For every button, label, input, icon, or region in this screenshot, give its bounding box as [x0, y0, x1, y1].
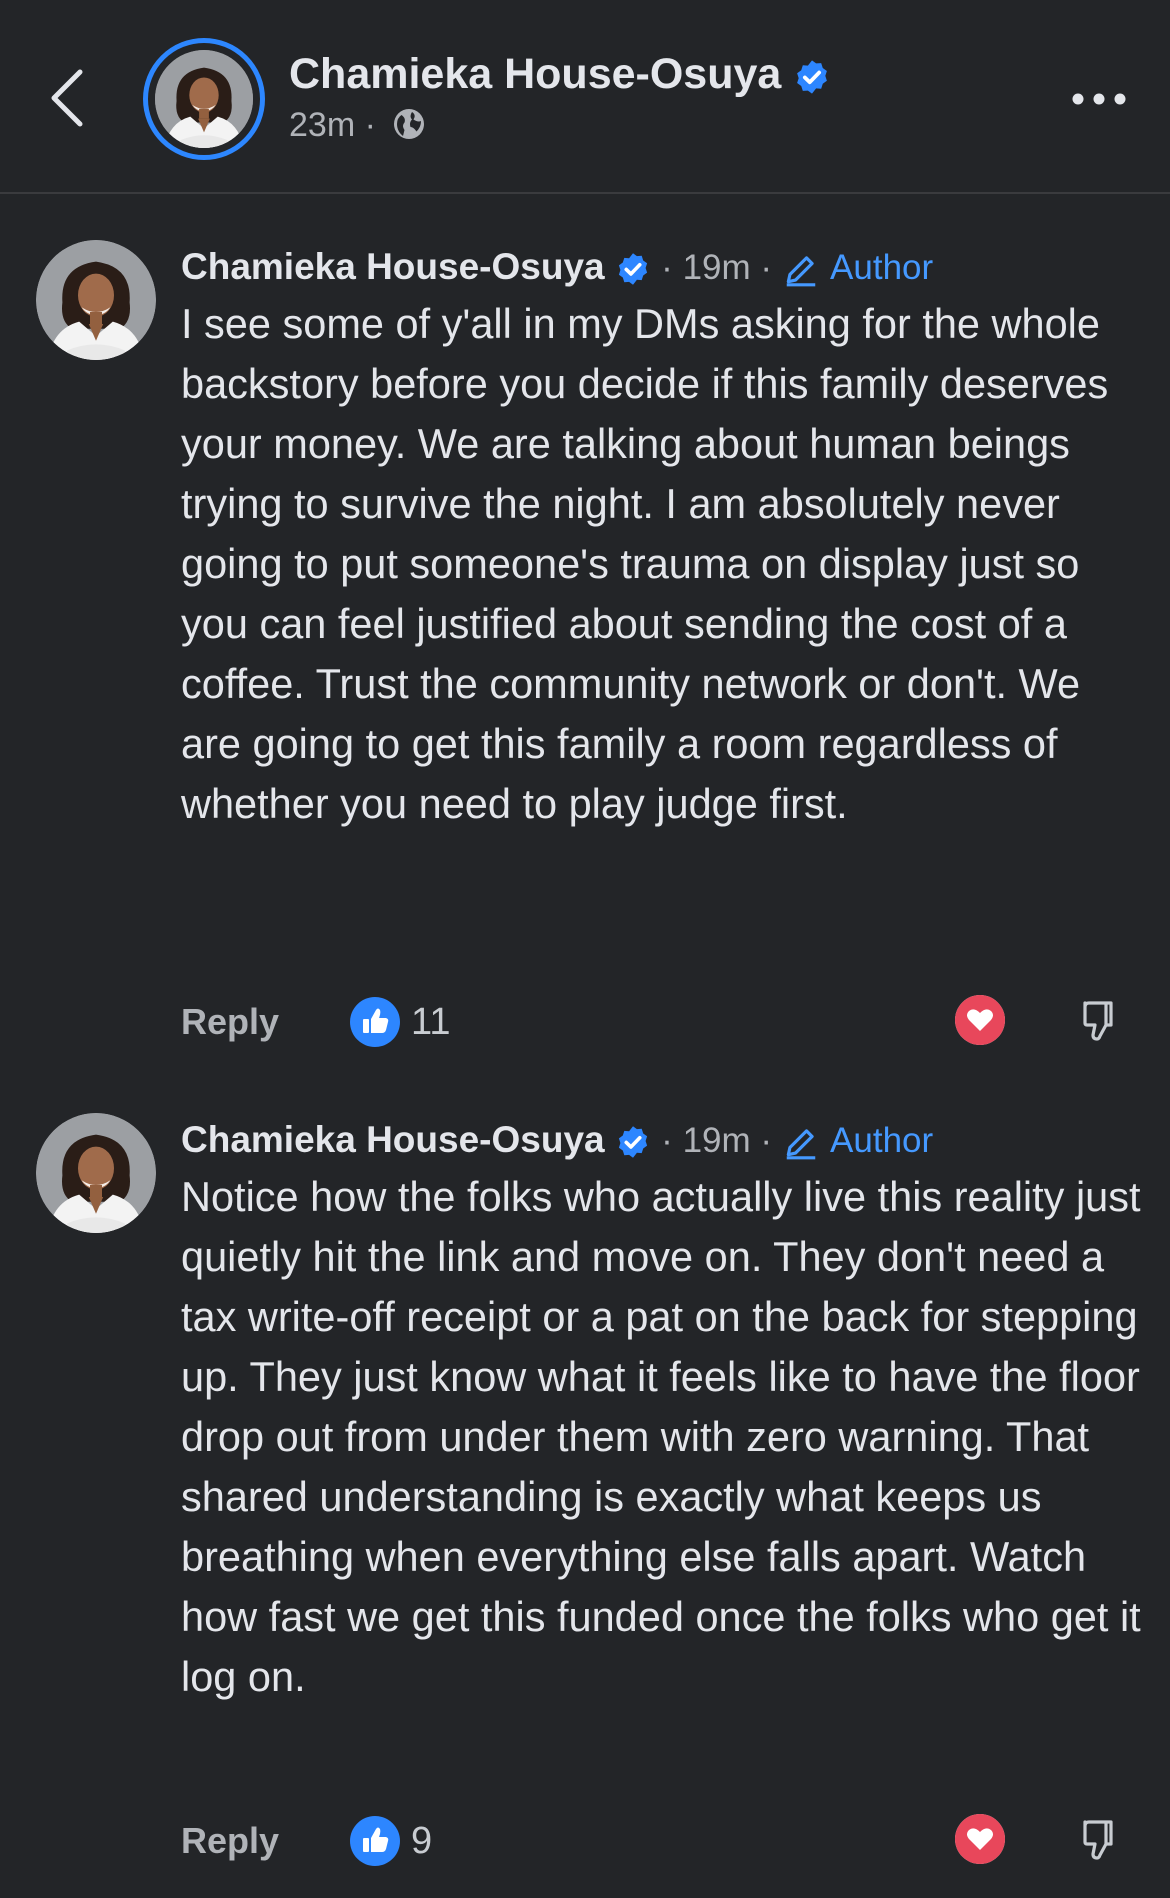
heart-icon	[955, 995, 1005, 1045]
globe-icon	[394, 109, 425, 139]
post-meta: 23m ·	[289, 106, 427, 145]
dislike-button[interactable]	[1073, 995, 1123, 1045]
dislike-icon	[1083, 1820, 1113, 1860]
comment-actions: Reply 11	[0, 993, 1170, 1053]
comment-time: 19m	[682, 1121, 751, 1160]
profile-photo	[36, 1113, 156, 1233]
comment-text: Notice how the folks who actually live t…	[181, 1173, 1141, 1700]
verified-badge-icon	[618, 1126, 647, 1158]
author-badge: Author	[830, 1121, 934, 1160]
more-dots-icon	[1072, 93, 1126, 105]
profile-photo	[36, 240, 156, 360]
pencil-icon	[786, 1129, 816, 1160]
comment-avatar[interactable]	[36, 1113, 156, 1233]
heart-icon	[955, 1814, 1005, 1864]
meta-separator: ·	[364, 106, 376, 144]
meta-separator: ·	[661, 1121, 683, 1160]
comment-text: I see some of y'all in my DMs asking for…	[181, 300, 1109, 827]
pencil-icon	[786, 256, 816, 287]
meta-separator: ·	[750, 248, 782, 287]
reaction-badge[interactable]	[350, 1816, 400, 1866]
meta-separator: ·	[661, 248, 683, 287]
chevron-left-icon	[51, 69, 83, 127]
post-header: Chamieka House-Osuya 23m ·	[0, 0, 1170, 194]
dislike-icon	[1083, 1001, 1113, 1041]
like-icon	[363, 1008, 389, 1033]
meta-separator: ·	[750, 1121, 782, 1160]
like-icon	[363, 1827, 389, 1852]
reply-button[interactable]: Reply	[181, 1820, 279, 1862]
author-badge: Author	[830, 248, 934, 287]
comment-author-name[interactable]: Chamieka House-Osuya	[181, 1119, 605, 1160]
comment-time: 19m	[682, 248, 751, 287]
comment-header: Chamieka House-Osuya · 19m · Author	[181, 246, 933, 288]
comment-header: Chamieka House-Osuya · 19m · Author	[181, 1119, 933, 1161]
header-profile-name[interactable]: Chamieka House-Osuya	[289, 50, 831, 99]
reaction-badge[interactable]	[350, 997, 400, 1047]
post-time: 23m	[289, 106, 356, 144]
comment-actions: Reply 9	[0, 1812, 1170, 1872]
love-reaction-button[interactable]	[955, 995, 1005, 1045]
dislike-button[interactable]	[1073, 1814, 1123, 1864]
love-reaction-button[interactable]	[955, 1814, 1005, 1864]
header-avatar[interactable]	[143, 38, 265, 160]
profile-name-text: Chamieka House-Osuya	[289, 50, 782, 98]
verified-badge-icon	[797, 60, 828, 94]
verified-badge-icon	[618, 253, 647, 285]
profile-photo	[155, 50, 253, 148]
comment-avatar[interactable]	[36, 240, 156, 360]
reply-button[interactable]: Reply	[181, 1001, 279, 1043]
like-count: 9	[411, 1820, 433, 1862]
back-button[interactable]	[46, 66, 90, 130]
more-options-button[interactable]	[1068, 84, 1130, 114]
like-count: 11	[411, 1001, 451, 1043]
comment-author-name[interactable]: Chamieka House-Osuya	[181, 246, 605, 287]
